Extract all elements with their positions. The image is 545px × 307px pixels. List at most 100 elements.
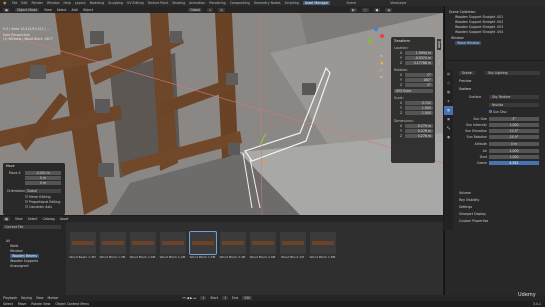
workspace-tab-sculpting[interactable]: Sculpting [108,1,123,5]
custom-properties-section[interactable]: Custom Properties [459,219,488,223]
asset-menu-asset[interactable]: Asset [60,217,69,221]
sun-size-field[interactable]: 3° [489,117,539,121]
properties-scene-field[interactable]: Scene [459,71,475,75]
sun-intensity-field[interactable]: 1.000 [489,123,539,127]
workspace-tab-modeling[interactable]: Modeling [90,1,105,5]
menu-file[interactable]: File [12,1,17,5]
asset-thumbnail[interactable] [130,232,156,254]
dimensions-z-field[interactable]: 0.276 m [405,134,433,139]
surface-section[interactable]: Surface [459,87,471,91]
sun-rotation-field[interactable]: 24.9° [489,135,539,139]
scene-selector[interactable]: Scene [346,1,356,5]
rotation-mode-dropdown[interactable]: XYZ Euler [394,89,433,94]
end-frame-field[interactable]: 250 [242,296,253,300]
timeline-playback-menu[interactable]: Playback [3,296,17,300]
catalog-item[interactable]: Window [10,249,23,253]
workspace-tab-asset-manager[interactable]: Asset Manager [302,1,331,5]
object-tab-icon[interactable]: ▣ [444,115,453,124]
viewlayer-selector[interactable]: ViewLayer [390,1,406,5]
rotation-z-field[interactable]: 0° [405,83,433,88]
world-tab-icon[interactable]: ◍ [444,106,453,115]
asset-thumbnail-selected[interactable] [189,231,217,255]
outliner-item[interactable]: Wooden Support Straight .004 [455,30,503,34]
transform-section-title[interactable]: Transform [394,39,410,43]
shading-solid-icon[interactable]: ● [373,7,381,12]
outliner-item[interactable]: Wooden Support Straight .003 [455,25,503,29]
last-operator-title[interactable]: Move [6,164,15,168]
catalog-item[interactable]: All [6,239,10,243]
render-tab-icon[interactable]: ▤ [444,70,453,79]
3d-viewport[interactable]: 0.5 | Verts 10,412/10,412 | ... User Per… [0,13,443,215]
mirror-editing-checkbox[interactable]: Mirror Editing [25,195,51,199]
outliner-item[interactable]: Wooden Support Straight .001 [455,15,503,19]
timeline-view-menu[interactable]: View [36,296,44,300]
editor-type-button[interactable]: ▣ [3,7,11,12]
overlay-toggle-icon[interactable]: ◐ [349,7,357,12]
proportional-edit-icon[interactable]: ◎ [218,7,225,12]
move-z-field[interactable]: 0 m [25,181,61,185]
snap-icon[interactable]: ⌗ [207,7,214,12]
transform-orientation-dropdown[interactable]: Global [188,7,203,12]
menu-help[interactable]: Help [63,1,70,5]
asset-menu-view[interactable]: View [15,217,23,221]
menu-render[interactable]: Render [32,1,43,5]
viewport-menu-view[interactable]: View [44,8,52,12]
editor-type-asset-icon[interactable]: ▦ [3,217,11,221]
timeline-keying-menu[interactable]: Keying [21,296,32,300]
workspace-tab-rendering[interactable]: Rendering [209,1,225,5]
object-mode-dropdown[interactable]: Object Mode [15,7,40,12]
menu-edit[interactable]: Edit [21,1,27,5]
catalog-item-selected[interactable]: Wooden Beams [10,254,39,258]
sun-elevation-field[interactable]: 12.5° [489,129,539,133]
asset-thumbnail[interactable] [100,232,126,254]
asset-thumbnail[interactable] [250,232,276,254]
scale-y-field[interactable]: 1.000 [405,106,433,111]
workspace-tab-texture-paint[interactable]: Texture Paint [148,1,169,5]
asset-thumbnail[interactable] [160,232,186,254]
move-y-field[interactable]: 0 m [25,176,61,180]
axis-x-icon[interactable] [380,34,384,38]
workspace-tab-compositing[interactable]: Compositing [230,1,250,5]
current-frame-field[interactable]: 1 [200,296,207,300]
blender-logo-icon[interactable]: ◉ [3,1,8,5]
outliner-item-selected[interactable]: Wood Window [455,41,482,45]
scale-x-field[interactable]: 0.742 [405,101,433,106]
asset-thumbnail[interactable] [220,232,246,254]
sidebar-tab-view[interactable]: View [437,77,441,85]
workspace-tab-shading[interactable]: Shading [172,1,185,5]
ortho-toggle-icon[interactable]: ⊞ [380,74,384,81]
viewport-menu-object[interactable]: Object [83,8,93,12]
dust-field[interactable]: 1.000 [489,155,539,159]
asset-thumbnail[interactable] [310,232,336,254]
settings-section[interactable]: Settings [459,205,472,209]
play-controls-icon[interactable]: ⏮ ◀ ▶ ⏭ [183,296,197,300]
timeline-marker-menu[interactable]: Marker [48,296,59,300]
axis-z-icon[interactable] [374,27,378,31]
dimensions-x-field[interactable]: 0.279 m [405,124,433,129]
menu-window[interactable]: Window [47,1,60,5]
workspace-tab-geometry-nodes[interactable]: Geometry Nodes [254,1,281,5]
start-frame-field[interactable]: 1 [222,296,229,300]
view-layer-tab-icon[interactable]: ▦ [444,88,453,97]
catalog-item[interactable]: Wooden Supports [10,259,38,263]
workspace-tab-layout[interactable]: Layout [75,1,86,5]
proportional-editing-checkbox[interactable]: Proportional Editing [25,200,60,204]
xray-toggle-icon[interactable]: ▢ [361,7,369,12]
scale-z-field[interactable]: 1.000 [405,111,433,116]
asset-thumbnail[interactable] [280,232,306,254]
ray-visibility-section[interactable]: Ray Visibility [459,198,479,202]
rotation-x-field[interactable]: 0° [405,73,433,78]
navigation-gizmo[interactable] [366,27,386,47]
outliner-scene-collection[interactable]: Scene Collection [449,10,476,14]
location-y-field[interactable]: -0.5374 m [405,56,433,61]
asset-thumbnail[interactable] [70,232,96,254]
workspace-tab-uv-editing[interactable]: UV Editing [127,1,144,5]
constrain-axis-checkbox[interactable]: Constrain Axis [25,205,52,209]
pan-icon[interactable]: ✋ [380,60,384,67]
scene-tab-icon[interactable]: ◈ [444,97,453,106]
workspace-tab-scripting[interactable]: Scripting [285,1,299,5]
sidebar-tab-item[interactable]: Item [437,39,441,51]
surface-shader-dropdown[interactable]: Sky Texture [489,95,539,99]
asset-library-dropdown[interactable]: Current File [3,225,61,229]
zoom-icon[interactable]: ⊕ [380,53,384,60]
